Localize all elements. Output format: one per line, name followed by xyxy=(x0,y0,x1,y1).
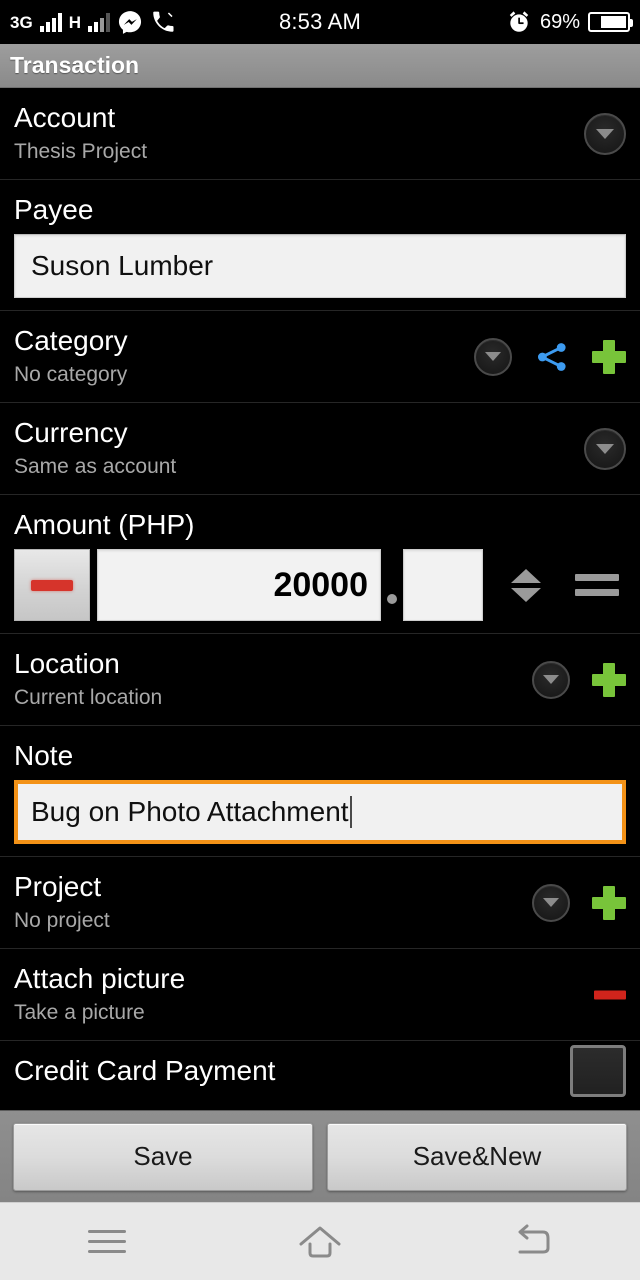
page-title: Transaction xyxy=(10,52,140,78)
up-arrow-icon xyxy=(511,568,541,583)
note-input-text: Bug on Photo Attachment xyxy=(31,796,349,827)
back-icon xyxy=(518,1224,550,1253)
chevron-down-icon xyxy=(543,898,559,907)
payee-label: Payee xyxy=(14,194,94,225)
attach-picture-value: Take a picture xyxy=(14,1001,145,1024)
field-row-credit-card-payment[interactable]: Credit Card Payment xyxy=(0,1041,640,1101)
amount-stepper-button[interactable] xyxy=(503,554,549,616)
decimal-separator xyxy=(387,594,397,604)
chevron-down-icon xyxy=(543,675,559,684)
note-input[interactable]: Bug on Photo Attachment xyxy=(14,780,626,844)
attach-picture-remove-button[interactable] xyxy=(594,990,626,999)
save-and-new-button[interactable]: Save&New xyxy=(327,1122,627,1191)
project-dropdown-button[interactable] xyxy=(532,883,570,922)
text-cursor xyxy=(349,796,352,828)
credit-card-payment-checkbox[interactable] xyxy=(570,1045,626,1097)
menu-icon xyxy=(87,1230,126,1253)
project-actions xyxy=(532,883,626,922)
transaction-form[interactable]: Account Thesis Project Payee Suson Lumbe… xyxy=(0,88,640,1110)
amount-decimal-input[interactable] xyxy=(403,549,483,621)
category-actions xyxy=(474,337,626,376)
form-action-bar: Save Save&New xyxy=(0,1110,640,1202)
field-row-attach-picture[interactable]: Attach picture Take a picture xyxy=(0,949,640,1041)
category-dropdown-button[interactable] xyxy=(474,337,512,376)
currency-value: Same as account xyxy=(14,455,177,478)
field-row-currency[interactable]: Currency Same as account xyxy=(0,403,640,495)
home-icon xyxy=(299,1226,341,1257)
location-add-button[interactable] xyxy=(592,662,626,697)
payee-input[interactable]: Suson Lumber xyxy=(14,234,626,298)
project-add-button[interactable] xyxy=(592,885,626,920)
field-row-account[interactable]: Account Thesis Project xyxy=(0,88,640,180)
nav-home-button[interactable] xyxy=(260,1212,380,1272)
credit-card-payment-actions xyxy=(570,1045,626,1097)
attach-picture-label: Attach picture xyxy=(14,963,186,994)
account-label: Account xyxy=(14,102,116,133)
credit-card-payment-label: Credit Card Payment xyxy=(14,1055,276,1086)
save-button[interactable]: Save xyxy=(13,1122,313,1191)
amount-integer-input[interactable]: 20000 xyxy=(97,549,381,621)
field-row-payee[interactable]: Payee Suson Lumber xyxy=(0,180,640,311)
status-bar: 3G H 8:53 AM 69% xyxy=(0,0,640,44)
share-icon[interactable] xyxy=(534,340,570,374)
alarm-clock-icon xyxy=(509,11,529,32)
field-row-category[interactable]: Category No category xyxy=(0,311,640,403)
nav-menu-button[interactable] xyxy=(47,1212,167,1272)
field-row-project[interactable]: Project No project xyxy=(0,857,640,949)
chevron-down-icon xyxy=(485,352,501,361)
category-add-button[interactable] xyxy=(592,339,626,374)
amount-calculator-button[interactable] xyxy=(575,574,619,596)
amount-sign-toggle-button[interactable] xyxy=(14,549,90,621)
location-dropdown-button[interactable] xyxy=(532,660,570,699)
status-bar-right: 69% xyxy=(506,9,633,35)
location-actions xyxy=(532,660,626,699)
amount-controls: 20000 xyxy=(14,549,626,621)
chevron-down-icon xyxy=(596,128,614,139)
nav-back-button[interactable] xyxy=(473,1212,593,1272)
field-row-location[interactable]: Location Current location xyxy=(0,634,640,726)
currency-actions xyxy=(584,427,626,470)
currency-dropdown-button[interactable] xyxy=(584,427,626,470)
title-bar: Transaction xyxy=(0,44,640,88)
account-actions xyxy=(584,112,626,155)
equals-icon-top xyxy=(575,574,619,581)
chevron-down-icon xyxy=(596,443,614,454)
battery-percent-label: 69% xyxy=(539,10,580,33)
currency-label: Currency xyxy=(14,417,128,448)
amount-label: Amount (PHP) xyxy=(14,509,195,540)
equals-icon-bottom xyxy=(575,589,619,596)
minus-icon xyxy=(31,579,73,591)
field-row-amount[interactable]: Amount (PHP) 20000 xyxy=(0,495,640,634)
note-label: Note xyxy=(14,740,74,771)
down-arrow-icon xyxy=(511,587,541,602)
android-navigation-bar xyxy=(0,1202,640,1280)
field-row-note[interactable]: Note Bug on Photo Attachment xyxy=(0,726,640,857)
battery-icon xyxy=(588,12,633,32)
phone-screen: 3G H 8:53 AM 69% Transaction Account The… xyxy=(0,0,640,1280)
attach-picture-actions xyxy=(594,990,626,999)
account-value: Thesis Project xyxy=(14,140,148,163)
account-dropdown-button[interactable] xyxy=(584,112,626,155)
